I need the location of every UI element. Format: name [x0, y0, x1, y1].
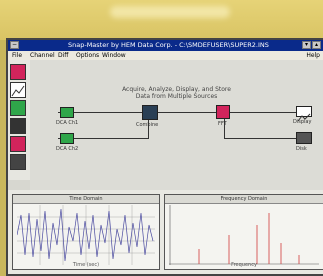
time-domain-panel[interactable]: Time Domain Time (sec) [12, 194, 160, 270]
menu-help[interactable]: Help [306, 51, 320, 60]
block-label: FFT [218, 121, 227, 127]
fft-tool-icon[interactable] [10, 64, 26, 80]
menu-channel[interactable]: Channel [30, 51, 55, 60]
instrument-canvas[interactable]: Acquire, Analyze, Display, and Store Dat… [30, 60, 323, 190]
block-label: Display [293, 119, 312, 125]
acquire-tool-icon[interactable] [10, 100, 26, 116]
combine-block[interactable] [142, 105, 158, 120]
menu-window[interactable]: Window [102, 51, 126, 60]
disk-block[interactable] [296, 132, 312, 144]
panel-title: Frequency Domain [165, 195, 323, 204]
block-label: DCA Ch1 [56, 120, 79, 126]
canvas-caption-line2: Data from Multiple Sources [135, 93, 218, 100]
time-domain-plot [17, 205, 155, 265]
canvas-caption-line1: Acquire, Analyze, Display, and Store [122, 86, 231, 93]
save-tool-icon[interactable] [10, 154, 26, 170]
x-axis-label: Time (sec) [72, 262, 100, 268]
system-menu-button[interactable]: − [10, 41, 19, 49]
block-label: DCA Ch2 [56, 146, 79, 152]
tool-palette [8, 60, 31, 180]
app-window: − Snap-Master by HEM Data Corp. - C:\SMD… [6, 38, 323, 276]
screen-glare [110, 6, 230, 18]
block-label: Disk [296, 146, 307, 152]
signal-wire [58, 112, 308, 113]
block-label: Combine [136, 122, 159, 128]
panel-title: Time Domain [13, 195, 159, 204]
disk-tool-icon[interactable] [10, 118, 26, 134]
title-bar: − Snap-Master by HEM Data Corp. - C:\SMD… [8, 40, 323, 51]
window-title: Snap-Master by HEM Data Corp. - C:\SMDEF… [68, 41, 269, 49]
acquire-block-1[interactable] [60, 107, 74, 118]
x-axis-label: Frequency [231, 262, 257, 268]
minimize-button[interactable]: ▾ [302, 41, 311, 49]
fft-block[interactable] [216, 105, 230, 119]
menu-diff[interactable]: Diff [58, 51, 68, 60]
frequency-domain-panel[interactable]: Frequency Domain Frequency [164, 194, 323, 270]
menu-options[interactable]: Options [76, 51, 99, 60]
chart-line-icon [11, 85, 25, 97]
menu-file[interactable]: File [12, 51, 22, 60]
filter-tool-icon[interactable] [10, 136, 26, 152]
photo-background [0, 0, 323, 40]
display-panels: Time Domain Time (sec) Frequency Domain [8, 190, 323, 274]
acquire-block-2[interactable] [60, 133, 74, 144]
display-tool-icon[interactable] [10, 82, 26, 98]
maximize-button[interactable]: ▴ [312, 41, 321, 49]
display-block[interactable] [296, 106, 312, 122]
frequency-domain-plot [169, 205, 319, 265]
